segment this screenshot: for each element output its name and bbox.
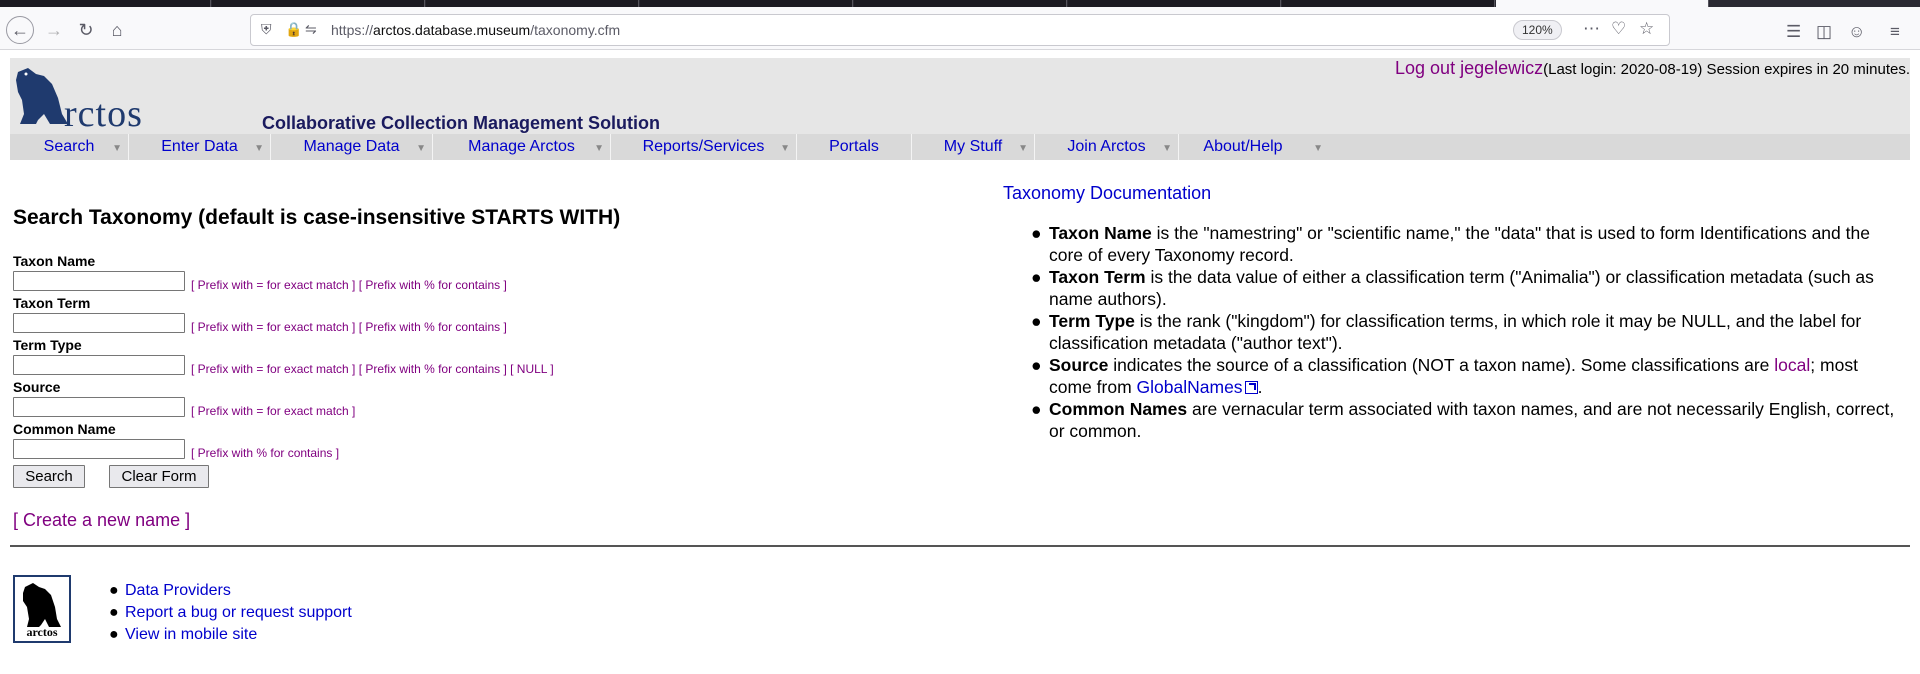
list-item: ● Term Type is the rank ("kingdom") for c… xyxy=(1031,311,1862,353)
list-item: ● Source indicates the source of a classi… xyxy=(1031,355,1858,397)
tab[interactable] xyxy=(1282,0,1495,7)
common-name-hint: [ Prefix with % for contains ] xyxy=(191,446,340,460)
mobile-site-link[interactable]: View in mobile site xyxy=(125,626,257,643)
taxon-name-hint: [ Prefix with = for exact match ] [ Pref… xyxy=(191,278,507,292)
menu-item-reports-services[interactable]: Reports/Services ▼ xyxy=(611,134,797,160)
taxon-term-input[interactable] xyxy=(13,313,185,333)
tab-active[interactable] xyxy=(1496,0,1709,7)
common-name-input[interactable] xyxy=(13,439,185,459)
forward-button[interactable]: → xyxy=(40,16,68,44)
caret-down-icon: ▼ xyxy=(1162,143,1172,154)
tab[interactable] xyxy=(426,0,639,7)
divider xyxy=(10,545,1910,547)
list-item: ● Common Names are vernacular term associ… xyxy=(1031,399,1895,441)
site-header: rctos Collaborative Collection Managemen… xyxy=(10,58,1910,160)
zoom-level[interactable]: 120% xyxy=(1513,20,1562,40)
menu-item-my-stuff[interactable]: My Stuff ▼ xyxy=(912,134,1035,160)
logout-link[interactable]: Log out jegelewicz xyxy=(1395,58,1543,78)
arrow-right-icon: → xyxy=(45,19,63,40)
session-text: (Last login: 2020-08-19) Session expires… xyxy=(1543,61,1910,78)
list-item: ● View in mobile site xyxy=(109,626,258,643)
menu-item-join-arctos[interactable]: Join Arctos ▼ xyxy=(1035,134,1179,160)
pocket-icon[interactable]: ♡ xyxy=(1611,19,1626,39)
create-new-name-link[interactable]: [ Create a new name ] xyxy=(13,510,190,531)
list-item: ● Taxon Name is the "namestring" or "scie… xyxy=(1031,223,1870,265)
caret-down-icon: ▼ xyxy=(780,143,790,154)
main-menu: Search ▼ Enter Data ▼ Manage Data ▼ Manage … xyxy=(10,134,1910,160)
browser-toolbar: ← → ↻ ⌂ ⛨ 🔒 ⇋ https://arctos.database.mu… xyxy=(0,7,1920,50)
account-icon[interactable]: ☺ xyxy=(1848,22,1865,42)
arctos-logo[interactable]: rctos xyxy=(14,64,174,135)
caret-down-icon: ▼ xyxy=(254,143,264,154)
local-link[interactable]: local xyxy=(1774,355,1810,375)
menu-icon[interactable]: ≡ xyxy=(1890,22,1900,42)
reload-icon: ↻ xyxy=(78,19,94,40)
caret-down-icon: ▼ xyxy=(594,143,604,154)
tab[interactable] xyxy=(1068,0,1281,7)
footer-logo-text: arctos xyxy=(26,625,58,639)
common-name-label: Common Name xyxy=(13,421,116,437)
menu-item-search[interactable]: Search ▼ xyxy=(10,134,129,160)
taxonomy-documentation-link[interactable]: Taxonomy Documentation xyxy=(1003,183,1211,204)
user-session-info: Log out jegelewicz(Last login: 2020-08-1… xyxy=(1395,58,1910,79)
library-icon[interactable]: ☰ xyxy=(1786,22,1801,42)
tab-strip xyxy=(0,0,1920,7)
source-label: Source xyxy=(13,379,61,395)
lock-icon[interactable]: 🔒 xyxy=(285,21,302,38)
taxon-term-hint: [ Prefix with = for exact match ] [ Pref… xyxy=(191,320,507,334)
caret-down-icon: ▼ xyxy=(1018,143,1028,154)
bear-logo-icon xyxy=(23,583,61,627)
term-type-input[interactable] xyxy=(13,355,185,375)
list-item: ● Report a bug or request support xyxy=(109,604,352,621)
globalnames-link[interactable]: GlobalNames xyxy=(1137,377,1258,397)
bookmark-star-icon[interactable]: ☆ xyxy=(1639,19,1654,39)
menu-item-manage-data[interactable]: Manage Data ▼ xyxy=(271,134,433,160)
search-button[interactable]: Search xyxy=(13,465,85,488)
term-type-label: Term Type xyxy=(13,337,82,353)
menu-item-about-help[interactable]: About/Help ▼ xyxy=(1179,134,1329,160)
term-type-hint: [ Prefix with = for exact match ] [ Pref… xyxy=(191,362,554,376)
url-text[interactable]: https://arctos.database.museum/taxonomy.… xyxy=(331,22,620,38)
site-tagline: Collaborative Collection Management Solu… xyxy=(262,113,661,133)
taxon-name-input[interactable] xyxy=(13,271,185,291)
report-bug-link[interactable]: Report a bug or request support xyxy=(125,604,352,621)
data-providers-link[interactable]: Data Providers xyxy=(125,582,231,599)
list-item: ● Data Providers xyxy=(109,582,231,599)
back-button[interactable]: ← xyxy=(6,16,34,44)
menu-item-portals[interactable]: Portals xyxy=(797,134,912,160)
source-input[interactable] xyxy=(13,397,185,417)
page-title: Search Taxonomy (default is case-insensi… xyxy=(13,206,621,229)
reload-button[interactable]: ↻ xyxy=(72,16,100,44)
menu-item-manage-arctos[interactable]: Manage Arctos ▼ xyxy=(433,134,611,160)
external-link-icon xyxy=(1244,381,1258,394)
home-button[interactable]: ⌂ xyxy=(103,16,131,44)
tab[interactable] xyxy=(0,0,211,7)
caret-down-icon: ▼ xyxy=(112,143,122,154)
tab[interactable] xyxy=(640,0,853,7)
tab[interactable] xyxy=(212,0,425,7)
page-actions-icon[interactable]: ⋯ xyxy=(1583,19,1600,39)
footer-links: ● Data Providers ● Report a bug or request… xyxy=(109,580,352,646)
documentation-list: ● Taxon Name is the "namestring" or "scie… xyxy=(1031,222,1899,442)
arrow-left-icon: ← xyxy=(11,19,29,40)
caret-down-icon: ▼ xyxy=(1313,143,1323,154)
source-hint: [ Prefix with = for exact match ] xyxy=(191,404,356,418)
shield-icon[interactable]: ⛨ xyxy=(261,21,272,38)
menu-item-enter-data[interactable]: Enter Data ▼ xyxy=(129,134,271,160)
tab[interactable] xyxy=(854,0,1067,7)
taxon-term-label: Taxon Term xyxy=(13,295,91,311)
caret-down-icon: ▼ xyxy=(416,143,426,154)
list-item: ● Taxon Term is the data value of either … xyxy=(1031,267,1874,309)
url-bar[interactable]: ⛨ 🔒 ⇋ https://arctos.database.museum/tax… xyxy=(250,14,1670,46)
sidebar-icon[interactable]: ◫ xyxy=(1816,22,1832,42)
permissions-icon[interactable]: ⇋ xyxy=(305,21,317,38)
home-icon: ⌂ xyxy=(111,19,123,40)
clear-form-button[interactable]: Clear Form xyxy=(109,465,209,488)
footer-logo[interactable]: arctos xyxy=(13,575,71,643)
logo-wordmark: rctos xyxy=(64,93,143,135)
taxon-name-label: Taxon Name xyxy=(13,253,96,269)
